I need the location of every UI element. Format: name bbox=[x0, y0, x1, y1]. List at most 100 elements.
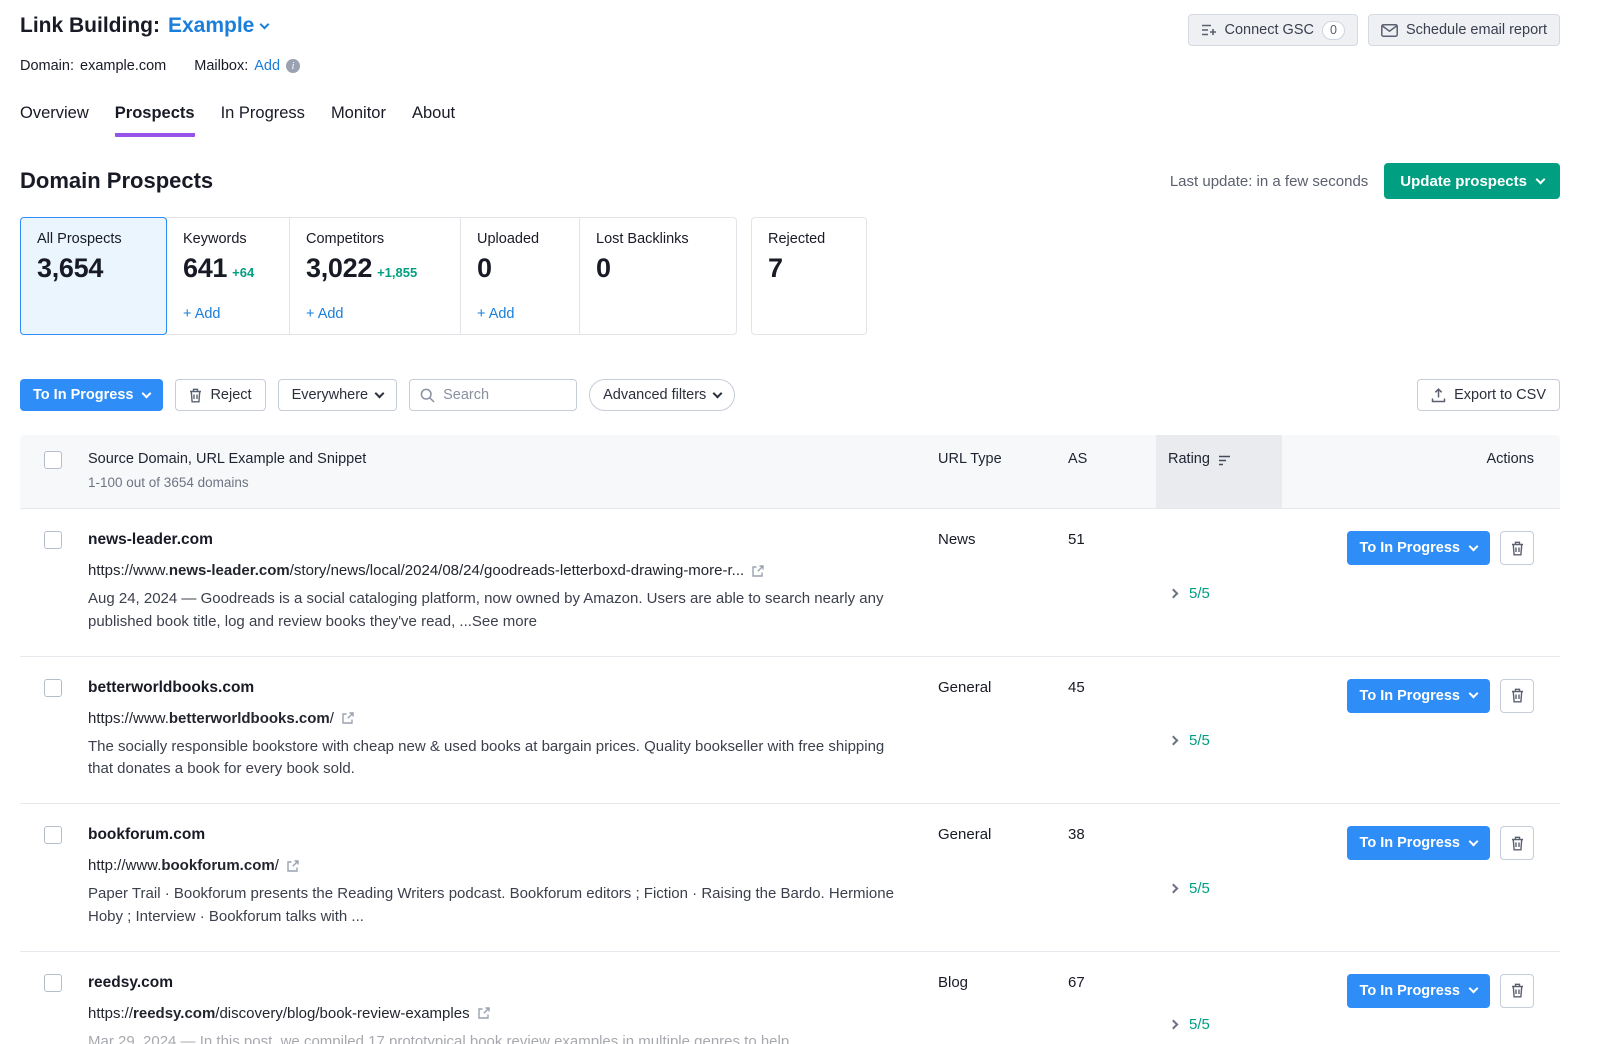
card-value: 7 bbox=[768, 253, 783, 284]
connect-gsc-label: Connect GSC bbox=[1225, 22, 1314, 38]
tool-title: Link Building: bbox=[20, 14, 160, 38]
column-source-domain[interactable]: Source Domain, URL Example and Snippet bbox=[88, 451, 938, 467]
source-url-link[interactable]: https://www.news-leader.com/story/news/l… bbox=[88, 562, 938, 579]
as-value: 45 bbox=[1068, 657, 1156, 804]
schedule-email-report-button[interactable]: Schedule email report bbox=[1368, 14, 1560, 46]
trash-icon bbox=[1511, 983, 1524, 998]
mailbox-add-link[interactable]: Add bbox=[254, 58, 280, 74]
expand-rating-icon[interactable] bbox=[1168, 588, 1179, 599]
delete-row-button[interactable] bbox=[1500, 679, 1534, 713]
card-all-prospects[interactable]: All Prospects 3,654 bbox=[20, 217, 167, 335]
external-link-icon[interactable] bbox=[477, 1006, 491, 1020]
header-actions: Connect GSC 0 Schedule email report bbox=[1188, 14, 1560, 46]
delete-row-button[interactable] bbox=[1500, 826, 1534, 860]
card-keywords[interactable]: Keywords 641 +64 + Add bbox=[166, 217, 290, 335]
source-domain: betterworldbooks.com bbox=[88, 679, 938, 697]
chevron-down-icon bbox=[1469, 689, 1479, 699]
chevron-down-icon bbox=[1469, 836, 1479, 846]
to-in-progress-row-button[interactable]: To In Progress bbox=[1347, 531, 1490, 565]
rating-value: 5/5 bbox=[1189, 732, 1210, 749]
row-checkbox[interactable] bbox=[44, 679, 62, 697]
external-link-icon[interactable] bbox=[341, 711, 355, 725]
table-row: reedsy.com https://reedsy.com/discovery/… bbox=[20, 951, 1560, 1044]
add-keywords-link[interactable]: + Add bbox=[183, 306, 273, 322]
source-url-link[interactable]: https://www.betterworldbooks.com/ bbox=[88, 710, 938, 727]
add-uploaded-link[interactable]: + Add bbox=[477, 306, 563, 322]
to-in-progress-row-button[interactable]: To In Progress bbox=[1347, 679, 1490, 713]
source-snippet: The socially responsible bookstore with … bbox=[88, 736, 908, 804]
expand-rating-icon[interactable] bbox=[1168, 735, 1179, 746]
table-row: news-leader.com https://www.news-leader.… bbox=[20, 508, 1560, 656]
expand-rating-icon[interactable] bbox=[1168, 883, 1179, 894]
last-update-text: Last update: in a few seconds bbox=[1170, 173, 1368, 190]
prospects-table: Source Domain, URL Example and Snippet 1… bbox=[20, 435, 1560, 1044]
source-url-link[interactable]: http://www.bookforum.com/ bbox=[88, 857, 938, 874]
export-to-csv-button[interactable]: Export to CSV bbox=[1417, 379, 1560, 411]
mailbox-info: Mailbox: Add i bbox=[194, 58, 300, 74]
row-checkbox[interactable] bbox=[44, 974, 62, 992]
tab-prospects[interactable]: Prospects bbox=[115, 104, 195, 137]
project-selector[interactable]: Example bbox=[168, 14, 268, 38]
tab-in-progress[interactable]: In Progress bbox=[221, 104, 305, 137]
tab-about[interactable]: About bbox=[412, 104, 455, 137]
everywhere-dropdown[interactable]: Everywhere bbox=[278, 379, 398, 411]
column-rating[interactable]: Rating bbox=[1156, 435, 1282, 508]
card-lost-backlinks[interactable]: Lost Backlinks 0 bbox=[579, 217, 737, 335]
section-header-right: Last update: in a few seconds Update pro… bbox=[1170, 163, 1560, 199]
search-input[interactable] bbox=[443, 387, 566, 403]
row-actions: To In Progress bbox=[1282, 952, 1560, 1044]
tab-bar: Overview Prospects In Progress Monitor A… bbox=[20, 104, 1560, 137]
row-actions: To In Progress bbox=[1282, 657, 1560, 804]
external-link-icon[interactable] bbox=[286, 859, 300, 873]
tab-overview[interactable]: Overview bbox=[20, 104, 89, 137]
domain-info: Domain: example.com bbox=[20, 58, 166, 74]
page: Link Building: Example Connect GSC 0 Sch… bbox=[0, 0, 1600, 1044]
card-rejected[interactable]: Rejected 7 bbox=[751, 217, 867, 335]
source-snippet: Paper Trail · Bookforum presents the Rea… bbox=[88, 883, 908, 951]
source-url-link[interactable]: https://reedsy.com/discovery/blog/book-r… bbox=[88, 1005, 938, 1022]
add-competitors-link[interactable]: + Add bbox=[306, 306, 444, 322]
url-type-value: Blog bbox=[938, 952, 1068, 1044]
trash-icon bbox=[1511, 836, 1524, 851]
advanced-filters-dropdown[interactable]: Advanced filters bbox=[589, 379, 735, 411]
tab-monitor[interactable]: Monitor bbox=[331, 104, 386, 137]
chevron-down-icon bbox=[260, 19, 270, 29]
source-domain: bookforum.com bbox=[88, 826, 938, 844]
url-type-value: General bbox=[938, 657, 1068, 804]
column-url-type[interactable]: URL Type bbox=[938, 435, 1068, 508]
sort-descending-icon bbox=[1218, 455, 1231, 466]
column-as[interactable]: AS bbox=[1068, 435, 1156, 508]
row-actions: To In Progress bbox=[1282, 804, 1560, 951]
rating-cell: 5/5 bbox=[1156, 509, 1282, 656]
expand-rating-icon[interactable] bbox=[1168, 1019, 1179, 1030]
delete-row-button[interactable] bbox=[1500, 531, 1534, 565]
external-link-icon[interactable] bbox=[751, 564, 765, 578]
to-in-progress-row-button[interactable]: To In Progress bbox=[1347, 974, 1490, 1008]
to-in-progress-bulk-button[interactable]: To In Progress bbox=[20, 379, 163, 411]
source-snippet: Mar 29, 2024 — In this post, we compiled… bbox=[88, 1031, 908, 1044]
connect-gsc-button[interactable]: Connect GSC 0 bbox=[1188, 14, 1358, 46]
table-row: betterworldbooks.com https://www.betterw… bbox=[20, 656, 1560, 804]
reject-button[interactable]: Reject bbox=[175, 379, 265, 411]
trash-icon bbox=[189, 388, 202, 403]
card-value: 0 bbox=[477, 253, 492, 284]
search-icon bbox=[420, 388, 435, 403]
rating-cell: 5/5 bbox=[1156, 657, 1282, 804]
gsc-lines-plus-icon bbox=[1201, 23, 1217, 37]
to-in-progress-row-button[interactable]: To In Progress bbox=[1347, 826, 1490, 860]
update-prospects-button[interactable]: Update prospects bbox=[1384, 163, 1560, 199]
table-row: bookforum.com http://www.bookforum.com/ … bbox=[20, 803, 1560, 951]
page-heading: Link Building: Example bbox=[20, 14, 268, 38]
project-meta: Domain: example.com Mailbox: Add i bbox=[20, 58, 1560, 74]
card-uploaded[interactable]: Uploaded 0 + Add bbox=[460, 217, 580, 335]
info-icon[interactable]: i bbox=[286, 59, 300, 73]
row-checkbox[interactable] bbox=[44, 531, 62, 549]
column-actions: Actions bbox=[1282, 435, 1560, 508]
delete-row-button[interactable] bbox=[1500, 974, 1534, 1008]
as-value: 38 bbox=[1068, 804, 1156, 951]
select-all-checkbox[interactable] bbox=[44, 451, 62, 469]
row-checkbox[interactable] bbox=[44, 826, 62, 844]
advanced-filters-label: Advanced filters bbox=[603, 387, 706, 403]
card-competitors[interactable]: Competitors 3,022 +1,855 + Add bbox=[289, 217, 461, 335]
section-header: Domain Prospects Last update: in a few s… bbox=[20, 163, 1560, 199]
